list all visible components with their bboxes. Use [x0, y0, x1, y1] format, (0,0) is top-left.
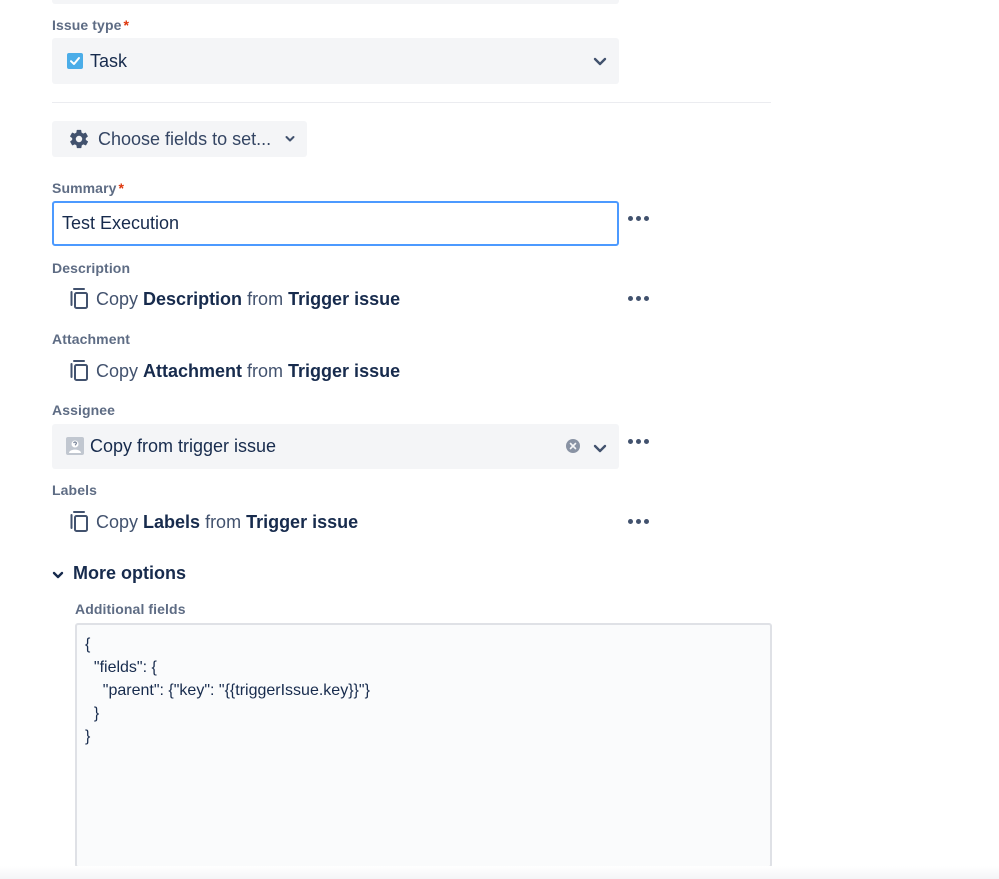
- chevron-down-icon[interactable]: [593, 441, 607, 459]
- additional-fields-label: Additional fields: [75, 601, 186, 617]
- labels-field-name: Labels: [143, 511, 201, 532]
- assignee-select[interactable]: Copy from trigger issue: [52, 424, 619, 469]
- bottom-scroll-fade: [0, 866, 999, 879]
- summary-input[interactable]: Test Execution: [52, 201, 619, 246]
- description-more-button[interactable]: [628, 296, 649, 301]
- labels-more-button[interactable]: [628, 519, 649, 524]
- issue-type-select[interactable]: Task: [52, 38, 619, 84]
- labels-label: Labels: [52, 482, 97, 498]
- task-checkbox-icon: [67, 53, 83, 74]
- issue-type-value: Task: [90, 51, 128, 71]
- attachment-source: Trigger issue: [288, 360, 401, 381]
- description-source: Trigger issue: [288, 288, 401, 309]
- labels-copy-row: Copy Labels from Trigger issue: [70, 511, 363, 533]
- gear-icon: [68, 128, 90, 150]
- issue-type-label: Issue type *: [52, 17, 130, 33]
- description-field-name: Description: [143, 288, 243, 309]
- more-icon-dot: [628, 216, 633, 221]
- attachment-copy-row: Copy Attachment from Trigger issue: [70, 360, 405, 382]
- attachment-field-name: Attachment: [143, 360, 243, 381]
- attachment-label: Attachment: [52, 331, 131, 347]
- summary-more-button[interactable]: [628, 216, 649, 221]
- clear-icon[interactable]: [566, 439, 580, 458]
- labels-source: Trigger issue: [246, 511, 359, 532]
- copy-icon: [70, 511, 90, 533]
- description-copy-row: Copy Description from Trigger issue: [70, 288, 405, 310]
- section-divider: [52, 102, 771, 103]
- chevron-down-icon: [52, 571, 64, 580]
- assignee-more-button[interactable]: [628, 439, 649, 444]
- additional-fields-textarea[interactable]: { "fields": { "parent": {"key": "{{trigg…: [75, 623, 772, 868]
- required-mark: *: [123, 17, 130, 33]
- assignee-label: Assignee: [52, 402, 116, 418]
- chevron-down-icon[interactable]: [593, 54, 607, 72]
- copy-icon: [70, 288, 90, 310]
- summary-label: Summary *: [52, 180, 125, 196]
- assignee-value: Copy from trigger issue: [90, 436, 277, 456]
- choose-fields-label: Choose fields to set...: [98, 128, 272, 149]
- description-label: Description: [52, 260, 131, 276]
- chevron-down-icon: [285, 135, 295, 143]
- required-mark: *: [118, 180, 125, 196]
- previous-field-edge: [52, 0, 619, 4]
- avatar-icon: [66, 437, 84, 460]
- choose-fields-button[interactable]: Choose fields to set...: [52, 121, 307, 157]
- more-options-label: More options: [73, 563, 186, 583]
- more-options-toggle[interactable]: More options: [52, 563, 186, 584]
- copy-icon: [70, 360, 90, 382]
